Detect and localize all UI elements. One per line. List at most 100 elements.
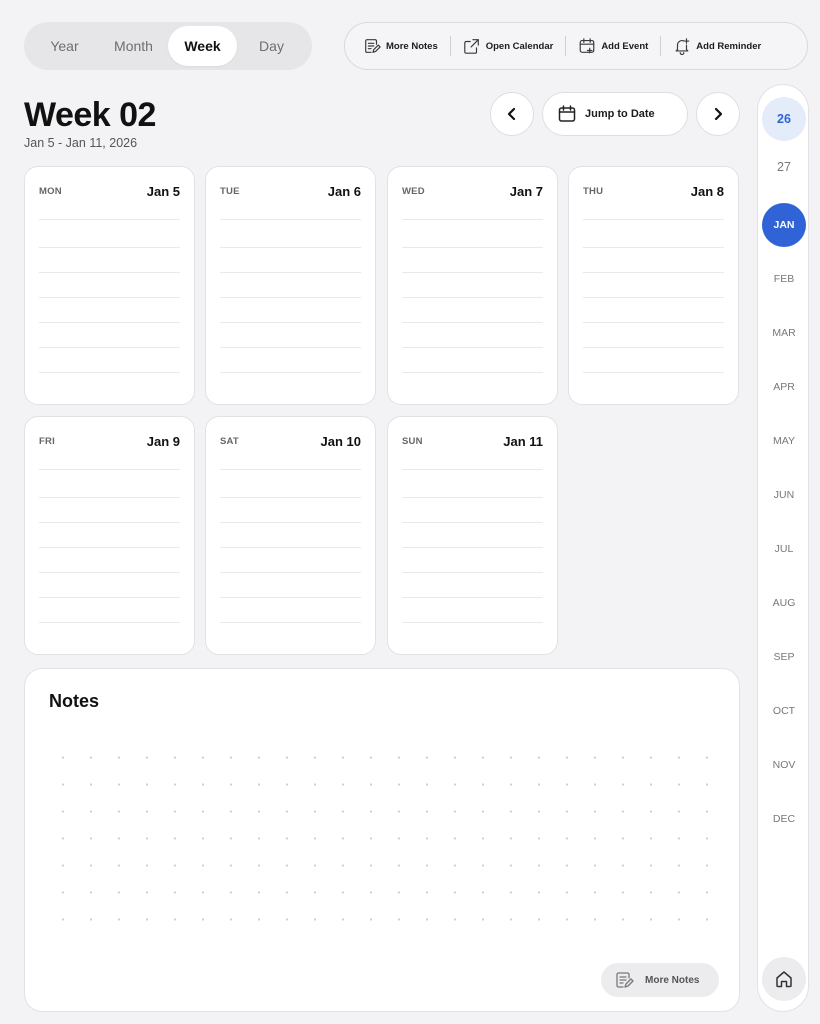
day-name: FRI <box>39 435 55 447</box>
next-week-button[interactable] <box>696 92 740 136</box>
note-line <box>402 572 543 573</box>
note-line <box>583 322 724 323</box>
note-line <box>402 322 543 323</box>
day-date: Jan 7 <box>509 183 543 199</box>
note-line <box>583 272 724 273</box>
note-line <box>402 219 543 220</box>
month-rail: 26 27 JAN FEB MAR APR MAY JUN JUL AUG SE… <box>757 84 809 1012</box>
external-link-icon <box>463 39 479 54</box>
rail-month-sep[interactable]: SEP <box>762 635 806 679</box>
note-line <box>39 219 180 220</box>
note-line <box>220 272 361 273</box>
rail-month-apr[interactable]: APR <box>762 365 806 409</box>
note-line <box>583 247 724 248</box>
note-line <box>39 322 180 323</box>
home-button[interactable] <box>762 957 806 1001</box>
day-name: SAT <box>220 435 239 447</box>
add-reminder-label: Add Reminder <box>696 40 762 52</box>
note-line <box>39 597 180 598</box>
toolbar-divider <box>565 36 567 56</box>
rail-month-mar[interactable]: MAR <box>762 311 806 355</box>
note-line <box>402 597 543 598</box>
view-day-tab[interactable]: Day <box>237 26 306 66</box>
day-date: Jan 6 <box>327 183 361 199</box>
page-title: Week 02 <box>24 96 156 134</box>
view-week-tab[interactable]: Week <box>168 26 237 66</box>
day-date: Jan 8 <box>690 183 724 199</box>
notes-dot-grid[interactable] <box>49 744 721 944</box>
day-card-wed[interactable]: WED Jan 7 <box>387 166 558 405</box>
rail-month-jul[interactable]: JUL <box>762 527 806 571</box>
note-line <box>220 572 361 573</box>
calendar-add-icon <box>579 38 595 54</box>
note-line <box>39 522 180 523</box>
note-line <box>220 522 361 523</box>
view-switcher: Year Month Week Day <box>24 22 312 70</box>
jump-to-date-label: Jump to Date <box>585 108 655 120</box>
open-calendar-label: Open Calendar <box>485 40 554 52</box>
note-edit-icon <box>365 39 381 53</box>
note-line <box>39 297 180 298</box>
note-line <box>39 622 180 623</box>
note-line <box>402 522 543 523</box>
note-line <box>583 372 724 373</box>
rail-month-aug[interactable]: AUG <box>762 581 806 625</box>
add-event-button[interactable]: Add Event <box>570 31 656 61</box>
rail-month-dec[interactable]: DEC <box>762 797 806 841</box>
add-reminder-button[interactable]: Add Reminder <box>665 31 769 61</box>
note-line <box>402 547 543 548</box>
rail-month-jun[interactable]: JUN <box>762 473 806 517</box>
note-line <box>39 247 180 248</box>
note-line <box>39 547 180 548</box>
day-name: THU <box>583 185 604 197</box>
day-card-tue[interactable]: TUE Jan 6 <box>205 166 376 405</box>
note-line <box>402 469 543 470</box>
view-month-tab[interactable]: Month <box>99 26 168 66</box>
calendar-icon <box>558 105 576 122</box>
day-name: MON <box>39 185 62 197</box>
notes-more-notes-button[interactable]: More Notes <box>601 963 719 997</box>
more-notes-button[interactable]: More Notes <box>355 31 446 61</box>
toolbar-divider <box>449 36 451 56</box>
note-line <box>402 347 543 348</box>
day-card-mon[interactable]: MON Jan 5 <box>24 166 195 405</box>
rail-month-nov[interactable]: NOV <box>762 743 806 787</box>
day-card-fri[interactable]: FRI Jan 9 <box>24 416 195 655</box>
action-toolbar: More Notes Open Calendar Add Event Add R… <box>344 22 808 70</box>
bell-add-icon <box>675 38 690 55</box>
note-line <box>39 572 180 573</box>
chevron-left-icon <box>507 107 516 121</box>
chevron-right-icon <box>714 107 723 121</box>
day-card-sun[interactable]: SUN Jan 11 <box>387 416 558 655</box>
note-line <box>583 219 724 220</box>
home-icon <box>776 971 792 988</box>
rail-month-may[interactable]: MAY <box>762 419 806 463</box>
note-line <box>220 622 361 623</box>
note-line <box>402 497 543 498</box>
note-line <box>39 497 180 498</box>
day-name: SUN <box>402 435 423 447</box>
previous-week-button[interactable] <box>490 92 534 136</box>
note-line <box>220 597 361 598</box>
rail-year-26[interactable]: 26 <box>762 97 806 141</box>
view-year-tab[interactable]: Year <box>30 26 99 66</box>
day-card-sat[interactable]: SAT Jan 10 <box>205 416 376 655</box>
rail-month-jan[interactable]: JAN <box>762 203 806 247</box>
day-date: Jan 5 <box>146 183 180 199</box>
rail-month-feb[interactable]: FEB <box>762 257 806 301</box>
open-calendar-button[interactable]: Open Calendar <box>455 31 562 61</box>
note-line <box>39 469 180 470</box>
day-card-thu[interactable]: THU Jan 8 <box>568 166 739 405</box>
note-line <box>220 322 361 323</box>
note-line <box>402 622 543 623</box>
day-date: Jan 10 <box>320 433 361 449</box>
rail-month-oct[interactable]: OCT <box>762 689 806 733</box>
note-line <box>39 272 180 273</box>
jump-to-date-button[interactable]: Jump to Date <box>542 92 688 136</box>
note-line <box>220 469 361 470</box>
add-event-label: Add Event <box>601 40 649 52</box>
note-line <box>220 372 361 373</box>
note-line <box>402 272 543 273</box>
rail-year-27[interactable]: 27 <box>762 145 806 189</box>
note-line <box>220 547 361 548</box>
